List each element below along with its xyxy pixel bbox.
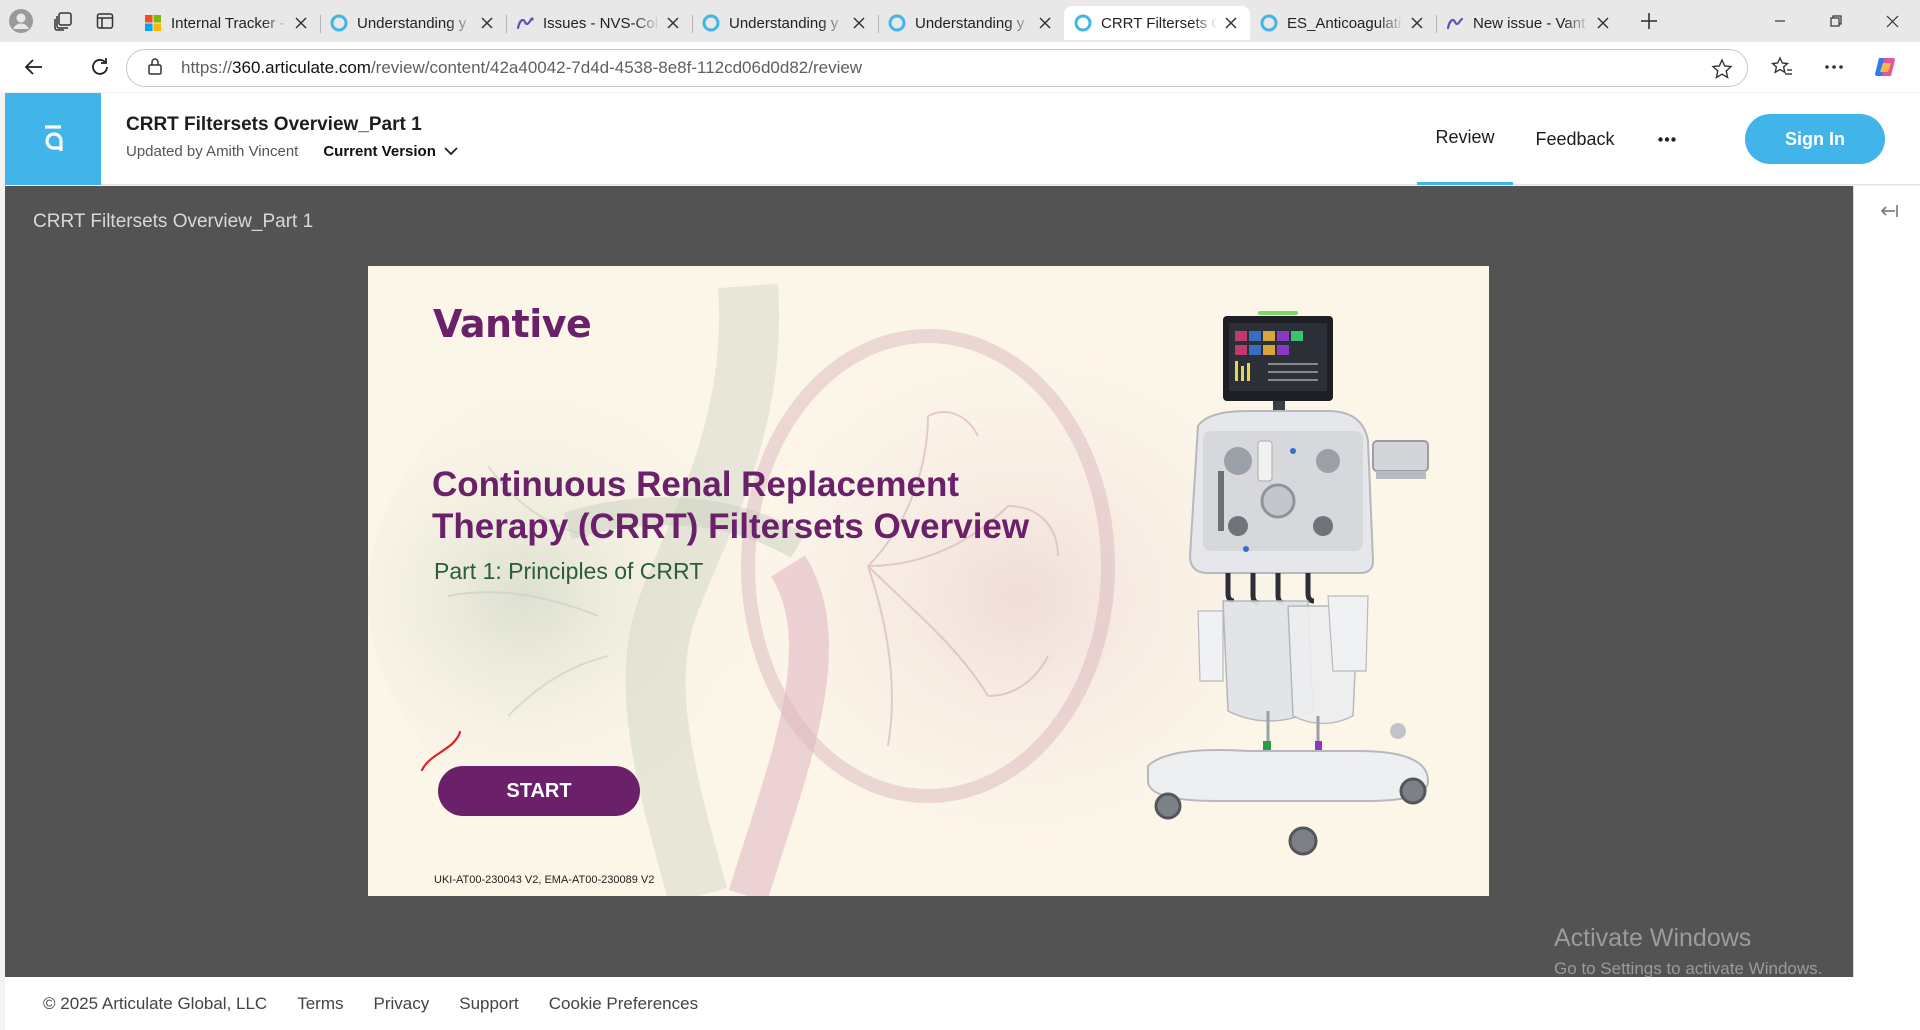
tab-title: Understanding y	[729, 14, 839, 32]
slide-subheading: Part 1: Principles of CRRT	[434, 558, 704, 584]
new-tab-button[interactable]	[1628, 0, 1670, 42]
workspaces-icon[interactable]	[42, 0, 84, 42]
browser-tab[interactable]: Issues - NVS-Col	[506, 6, 692, 40]
articulate-circle-icon	[1074, 14, 1092, 32]
version-dropdown[interactable]: Current Version	[323, 143, 458, 160]
document-meta: Updated by Amith Vincent Current Version	[126, 143, 458, 160]
headline-line-1: Continuous Renal Replacement	[432, 465, 960, 504]
watermark-line-1: Activate Windows	[1554, 924, 1752, 952]
footer-link-support[interactable]: Support	[459, 994, 519, 1014]
activate-windows-watermark: Activate Windows Go to Settings to activ…	[1554, 924, 1822, 979]
browser-tab-active[interactable]: CRRT Filtersets C	[1064, 6, 1250, 40]
document-title: CRRT Filtersets Overview_Part 1	[126, 114, 422, 135]
browser-tab[interactable]: Understanding y	[320, 6, 506, 40]
close-icon[interactable]	[292, 14, 310, 32]
slide-reference-code: UKI-AT00-230043 V2, EMA-AT00-230089 V2	[434, 874, 655, 886]
url-text: https://360.articulate.com/review/conten…	[181, 58, 863, 77]
tab-title: CRRT Filtersets C	[1101, 14, 1218, 32]
articulate-circle-icon	[888, 14, 906, 32]
restore-icon[interactable]	[1808, 0, 1864, 42]
chevron-down-icon	[444, 147, 458, 156]
stage-title: CRRT Filtersets Overview_Part 1	[33, 211, 314, 232]
refresh-icon[interactable]	[80, 47, 120, 87]
articulate-circle-icon	[702, 14, 720, 32]
jira-icon	[516, 14, 534, 32]
tab-feedback[interactable]: Feedback	[1520, 93, 1630, 185]
browser-tab[interactable]: ES_Anticoagulati	[1250, 6, 1436, 40]
tab-title: Internal Tracker -	[171, 14, 285, 32]
browser-tab[interactable]: Internal Tracker -	[134, 6, 320, 40]
footer-link-privacy[interactable]: Privacy	[374, 994, 430, 1014]
close-window-icon[interactable]	[1864, 0, 1920, 42]
footer-link-terms[interactable]: Terms	[297, 994, 343, 1014]
profile-icon[interactable]	[0, 0, 42, 42]
tab-review[interactable]: Review	[1417, 93, 1513, 185]
slide-headline: Continuous Renal Replacement Therapy (CR…	[432, 464, 1072, 548]
favorites-icon[interactable]	[1756, 47, 1808, 87]
tab-title: Understanding y	[915, 14, 1025, 32]
crrt-machine-image	[1147, 311, 1430, 856]
review-header: CRRT Filtersets Overview_Part 1 Updated …	[5, 93, 1920, 185]
articulate-circle-icon	[1260, 14, 1278, 32]
footer-link-cookie-preferences[interactable]: Cookie Preferences	[549, 994, 698, 1014]
browser-toolbar: https://360.articulate.com/review/conten…	[0, 42, 1920, 92]
course-slide: Vantive Continuous Renal Replacement The…	[368, 266, 1489, 896]
headline-line-2: Therapy (CRRT) Filtersets Overview	[432, 507, 1030, 546]
close-icon[interactable]	[478, 14, 496, 32]
close-icon[interactable]	[1036, 14, 1054, 32]
sign-in-button[interactable]: Sign In	[1745, 114, 1885, 164]
favorite-star-icon[interactable]	[1711, 58, 1733, 85]
close-icon[interactable]	[664, 14, 682, 32]
browser-tab[interactable]: Understanding y	[692, 6, 878, 40]
content-stage: CRRT Filtersets Overview_Part 1 Vantive …	[5, 186, 1853, 977]
version-label: Current Version	[323, 143, 436, 160]
address-bar[interactable]: https://360.articulate.com/review/conten…	[126, 49, 1748, 87]
toolbar-right	[1756, 42, 1920, 92]
vantive-logo: Vantive	[433, 302, 592, 346]
copilot-icon[interactable]	[1860, 47, 1912, 87]
back-arrow-icon[interactable]	[14, 47, 54, 87]
start-button[interactable]: START	[438, 766, 640, 816]
browser-tab-strip: Internal Tracker - Understanding y Issue…	[0, 0, 1920, 42]
close-icon[interactable]	[850, 14, 868, 32]
tab-title: Understanding y	[357, 14, 467, 32]
window-controls	[1752, 0, 1920, 42]
watermark-line-2: Go to Settings to activate Windows.	[1554, 959, 1823, 978]
page-footer: © 2025 Articulate Global, LLC Terms Priv…	[5, 977, 1920, 1030]
articulate-logo-icon[interactable]	[5, 93, 101, 185]
microsoft-icon	[144, 14, 162, 32]
lock-icon[interactable]	[147, 57, 163, 80]
browser-tab[interactable]: Understanding y	[878, 6, 1064, 40]
close-icon[interactable]	[1594, 14, 1612, 32]
close-icon[interactable]	[1408, 14, 1426, 32]
expand-panel-icon[interactable]	[1876, 198, 1902, 224]
tab-list: Internal Tracker - Understanding y Issue…	[134, 0, 1670, 42]
tab-actions-icon[interactable]	[84, 0, 126, 42]
copyright-text: © 2025 Articulate Global, LLC	[43, 993, 268, 1013]
jira-icon	[1446, 14, 1464, 32]
tab-title: ES_Anticoagulati	[1287, 14, 1402, 32]
tab-title: New issue - Vant	[1473, 14, 1586, 32]
close-icon[interactable]	[1222, 14, 1240, 32]
more-options-icon[interactable]	[1808, 47, 1860, 87]
more-menu-icon[interactable]	[1643, 93, 1691, 185]
minimize-icon[interactable]	[1752, 0, 1808, 42]
tab-title: Issues - NVS-Col	[543, 14, 659, 32]
articulate-circle-icon	[330, 14, 348, 32]
right-side-panel	[1853, 186, 1920, 977]
browser-tab[interactable]: New issue - Vant	[1436, 6, 1622, 40]
updated-by-text: Updated by Amith Vincent	[126, 143, 299, 160]
